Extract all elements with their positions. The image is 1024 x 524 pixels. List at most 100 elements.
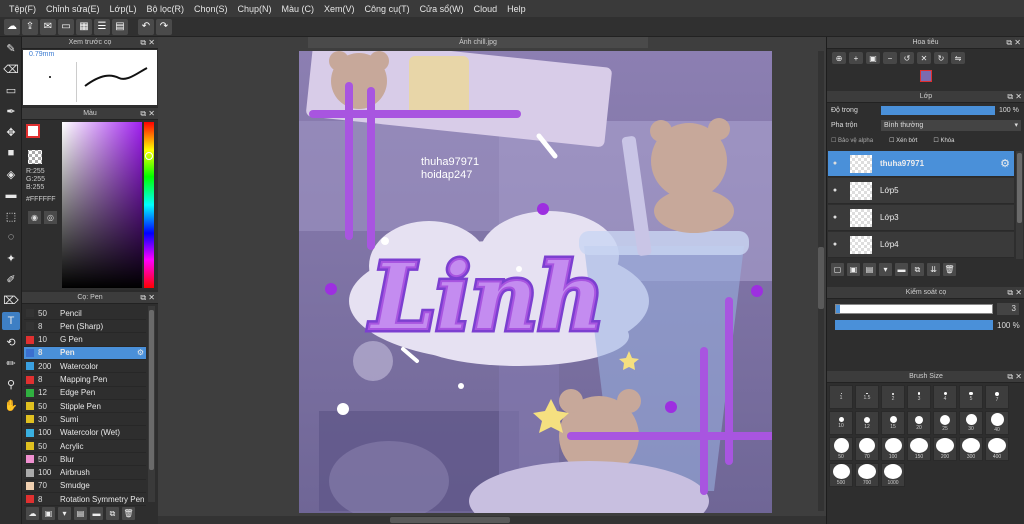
lasso-tool-icon[interactable]: ◌ — [2, 228, 20, 246]
delete-layer-icon[interactable]: 🗑 — [943, 263, 956, 276]
brush-size-preset[interactable]: 1.5 — [855, 385, 879, 409]
brush-size-preset[interactable]: 40 — [985, 411, 1009, 435]
brush-size-preset[interactable]: 7 — [985, 385, 1009, 409]
brush-size-preset[interactable]: 25 — [933, 411, 957, 435]
layer-opacity-slider[interactable] — [881, 106, 995, 115]
brush-size-preset[interactable]: 1 — [829, 385, 853, 409]
blend-mode-select[interactable]: Bình thường ▾ — [881, 120, 1021, 131]
export-icon[interactable]: ⇪ — [22, 18, 38, 35]
brush-size-preset[interactable]: 10 — [829, 411, 853, 435]
canvas-area[interactable]: Ảnh chill.jpg thuha97971 hoidap247 Linh … — [158, 37, 826, 524]
add-layer-menu-icon[interactable]: ▾ — [879, 263, 892, 276]
brush-size-preset[interactable]: 100 — [881, 437, 905, 461]
duplicate-layer-icon[interactable]: ⧉ — [911, 263, 924, 276]
brush-item[interactable]: 70 Smudge — [24, 480, 146, 493]
text-tool-icon[interactable]: T — [2, 312, 20, 330]
chat-icon[interactable]: ✉ — [40, 18, 56, 35]
cloud-brush-icon[interactable]: ☁ — [26, 507, 39, 520]
protect-alpha-checkbox[interactable]: ☐ Bảo vệ alpha — [831, 137, 873, 144]
menu-color[interactable]: Màu (C) — [277, 4, 320, 14]
panel-close-icon[interactable]: ⧉ ✕ — [140, 293, 155, 303]
brush-item[interactable]: 200 Watercolor — [24, 360, 146, 374]
brush-item[interactable]: 50 Blur — [24, 453, 146, 467]
clipping-checkbox[interactable]: ☐ Xén bớt — [889, 137, 917, 144]
bucket-tool-icon[interactable]: ◈ — [2, 165, 20, 183]
canvas-vertical-scrollbar[interactable] — [818, 51, 824, 511]
visibility-icon[interactable]: ● — [828, 187, 842, 194]
brush-size-preset[interactable]: 400 — [985, 437, 1009, 461]
brush-tool-icon[interactable]: ✎ — [2, 39, 20, 57]
brush-item[interactable]: 8 Pen ⚙ — [24, 346, 146, 360]
rect-select-tool-icon[interactable]: ▭ — [2, 81, 20, 99]
brush-item[interactable]: 100 Airbrush — [24, 467, 146, 480]
brush-size-preset[interactable]: 30 — [959, 411, 983, 435]
menu-file[interactable]: Tệp(F) — [4, 4, 41, 14]
hue-handle[interactable] — [145, 152, 153, 160]
select-eraser-tool-icon[interactable]: ⌦ — [2, 291, 20, 309]
new-1bit-layer-icon[interactable]: ▤ — [863, 263, 876, 276]
layer-item[interactable]: ● thuha97971 ⚙ — [828, 151, 1014, 177]
select-tool-icon[interactable]: ⬚ — [2, 207, 20, 225]
dropper-tool-icon[interactable]: ⚲ — [2, 375, 20, 393]
menu-cloud[interactable]: Cloud — [469, 4, 503, 14]
move-tool-icon[interactable]: ✥ — [2, 123, 20, 141]
menu-tools[interactable]: Công cụ(T) — [360, 4, 415, 14]
eyedropper-tool-icon[interactable]: ✏ — [2, 354, 20, 372]
scroll-thumb[interactable] — [1017, 153, 1022, 223]
menu-layer[interactable]: Lớp(L) — [105, 4, 142, 14]
brush-size-preset[interactable]: 700 — [855, 463, 879, 487]
brush-item[interactable]: 8 Pen (Sharp) — [24, 320, 146, 334]
layer-list-scrollbar[interactable] — [1016, 151, 1023, 259]
brush-settings-icon[interactable]: ▣ — [42, 507, 55, 520]
zoom-in-icon[interactable]: + — [849, 52, 863, 64]
brush-item[interactable]: 30 Sumi — [24, 413, 146, 427]
lock-checkbox[interactable]: ☐ Khóa — [933, 137, 954, 144]
fill-rect-tool-icon[interactable]: ■ — [2, 144, 20, 162]
foreground-color-swatch[interactable] — [26, 124, 40, 138]
brush-item[interactable]: 12 Edge Pen — [24, 387, 146, 400]
canvas-horizontal-scrollbar[interactable] — [158, 516, 826, 524]
brush-list-scrollbar[interactable] — [148, 306, 155, 502]
new-8bit-layer-icon[interactable]: ▣ — [847, 263, 860, 276]
brush-size-slider[interactable] — [835, 304, 993, 314]
brush-size-preset[interactable]: 1000 — [881, 463, 905, 487]
menu-filter[interactable]: Bộ lọc(R) — [141, 4, 189, 14]
palette-icon[interactable]: ◉ — [28, 211, 41, 224]
panel-icon[interactable]: ▤ — [112, 18, 128, 35]
artwork-canvas[interactable]: thuha97971 hoidap247 Linh Linh — [299, 51, 772, 513]
panel-close-icon[interactable]: ⧉ ✕ — [140, 109, 155, 119]
gear-icon[interactable]: ⚙ — [137, 348, 144, 357]
grid-icon[interactable]: ▦ — [76, 18, 92, 35]
folder-icon[interactable]: ▬ — [90, 507, 103, 520]
visibility-icon[interactable]: ● — [828, 160, 842, 167]
rotate-left-icon[interactable]: ↺ — [900, 52, 914, 64]
panel-close-icon[interactable]: ⧉ ✕ — [1006, 38, 1021, 48]
brush-size-preset[interactable]: 3 — [907, 385, 931, 409]
scroll-thumb[interactable] — [149, 310, 154, 470]
layer-item[interactable]: ● Lớp4 — [828, 232, 1014, 258]
panel-close-icon[interactable]: ⧉ ✕ — [1007, 372, 1022, 382]
duplicate-icon[interactable]: ⧉ — [106, 507, 119, 520]
zoom-fit-icon[interactable]: ⊕ — [832, 52, 846, 64]
color-wheel-icon[interactable]: ◎ — [44, 211, 57, 224]
saturation-value-picker[interactable] — [62, 122, 142, 288]
panel-close-icon[interactable]: ⧉ ✕ — [140, 38, 155, 48]
list-icon[interactable]: ☰ — [94, 18, 110, 35]
menu-help[interactable]: Help — [502, 4, 531, 14]
brush-item[interactable]: 100 Watercolor (Wet) — [24, 427, 146, 440]
document-tab[interactable]: Ảnh chill.jpg — [308, 37, 648, 48]
brush-size-value[interactable]: 3 — [997, 303, 1019, 315]
brush-size-preset[interactable]: 300 — [959, 437, 983, 461]
scroll-thumb[interactable] — [390, 517, 510, 523]
new-layer-icon[interactable]: ▢ — [831, 263, 844, 276]
hand-tool-icon[interactable]: ✋ — [2, 396, 20, 414]
brush-item[interactable]: 8 Rotation Symmetry Pen — [24, 493, 146, 507]
brush-item[interactable]: 50 Stipple Pen — [24, 400, 146, 414]
brush-size-preset[interactable]: 5 — [959, 385, 983, 409]
merge-layer-icon[interactable]: ⇊ — [927, 263, 940, 276]
brush-size-preset[interactable]: 2 — [881, 385, 905, 409]
scroll-thumb[interactable] — [818, 247, 824, 309]
brush-size-preset[interactable]: 15 — [881, 411, 905, 435]
cloud-icon[interactable]: ☁ — [4, 18, 20, 35]
fit-window-icon[interactable]: ✕ — [917, 52, 931, 64]
